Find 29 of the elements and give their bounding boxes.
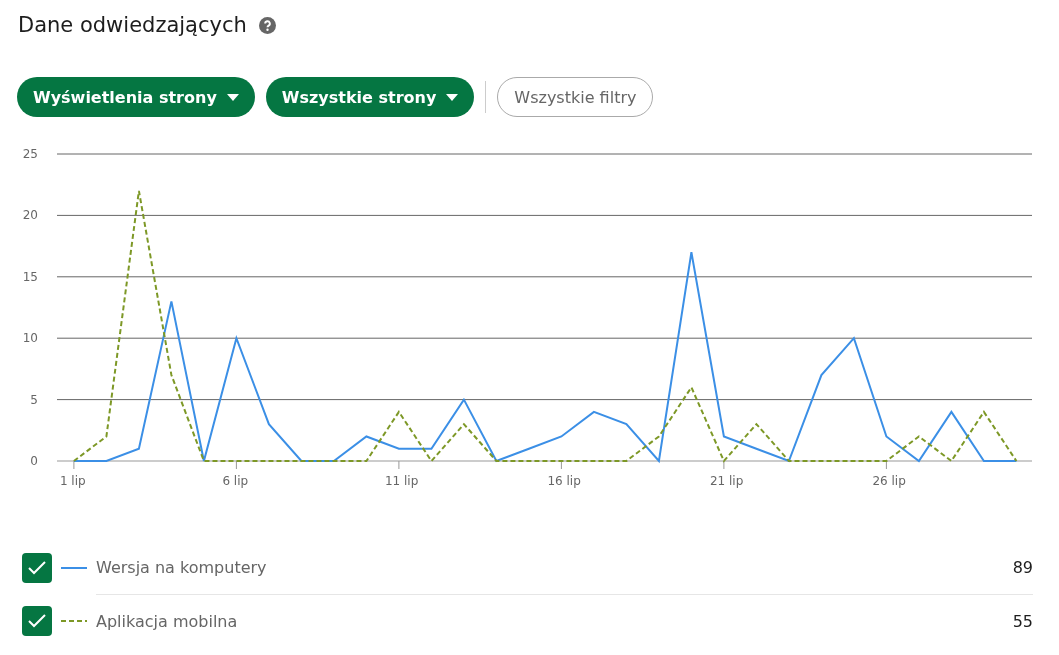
legend-total: 55 — [1012, 611, 1033, 631]
checkbox[interactable] — [22, 552, 52, 583]
x-tick-label: 21 lip — [709, 474, 744, 488]
dropdown-button[interactable]: Wyświetlenia strony — [17, 77, 255, 117]
legend-total: 89 — [1012, 558, 1033, 577]
checkbox[interactable] — [22, 605, 52, 636]
y-tick-label: 10 — [22, 331, 38, 346]
y-tick-label: 15 — [22, 269, 38, 284]
caret-icon — [226, 93, 239, 101]
check-icon — [28, 560, 46, 575]
dropdown-button[interactable]: Wszystkie strony — [265, 77, 475, 117]
section-title: Dane odwiedzających — [18, 13, 247, 37]
y-tick-label: 5 — [30, 392, 38, 407]
x-tick-label: 6 lip — [222, 474, 249, 488]
caret-icon — [446, 93, 459, 101]
filter-button[interactable]: Wszystkie filtry — [497, 77, 654, 117]
x-tick-label: 26 lip — [872, 474, 906, 488]
check-icon — [28, 613, 46, 628]
help-icon[interactable] — [258, 16, 276, 34]
y-tick-label: 0 — [30, 454, 38, 468]
x-tick-label: 1 lip — [59, 474, 86, 488]
legend-label: Wersja na komputery — [96, 558, 267, 577]
y-tick-label: 20 — [22, 208, 38, 223]
line-sample-icon — [61, 565, 87, 570]
x-tick-label: 16 lip — [547, 474, 581, 488]
legend-label: Aplikacja mobilna — [96, 611, 238, 631]
line-sample-icon — [61, 618, 87, 623]
y-tick-label: 25 — [22, 147, 38, 161]
x-tick-label: 11 lip — [384, 474, 419, 488]
